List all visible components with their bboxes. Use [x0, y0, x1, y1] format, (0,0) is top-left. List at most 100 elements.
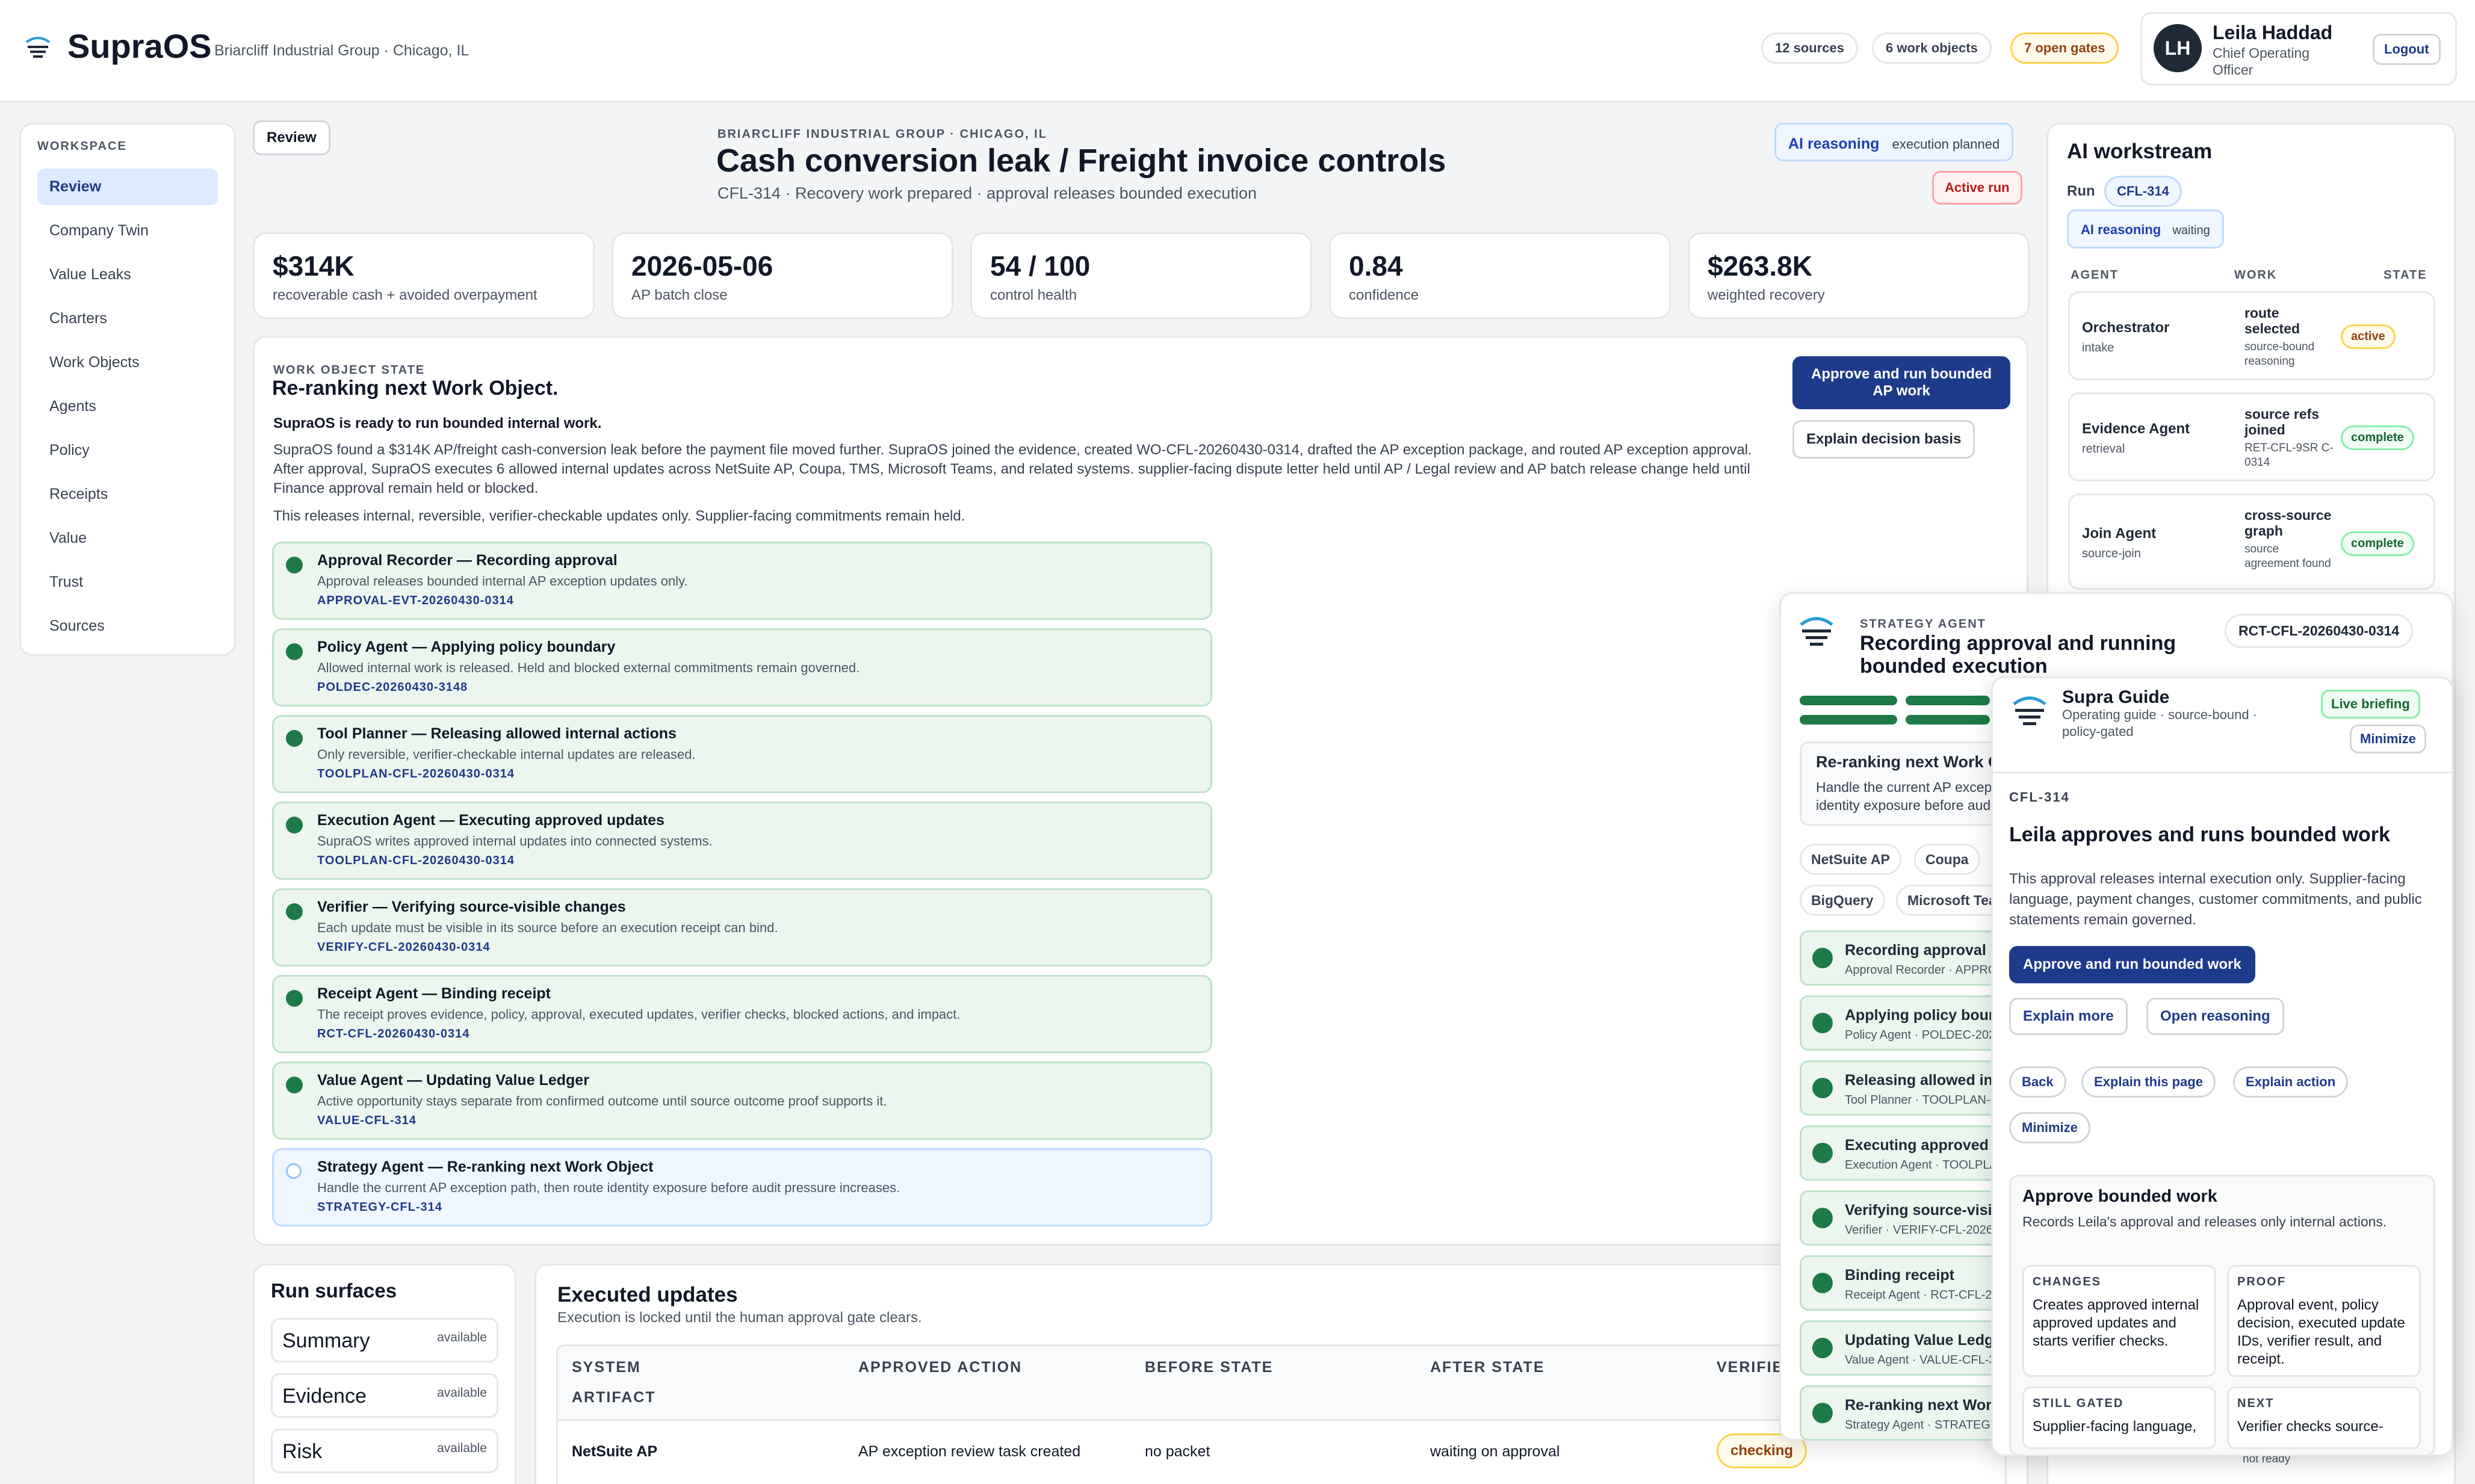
- guide-title: Supra Guide: [2062, 687, 2170, 707]
- back-button[interactable]: Back: [2009, 1066, 2066, 1098]
- open-gates-pill[interactable]: 7 open gates: [2010, 32, 2119, 64]
- strategy-receipt-chip[interactable]: RCT-CFL-20260430-0314: [2225, 614, 2414, 648]
- strategy-step[interactable]: Applying policy boundary Policy Agent · P…: [1800, 995, 2004, 1051]
- stat-batch-close: 2026-05-06 AP batch close: [612, 232, 953, 319]
- explain-more-button[interactable]: Explain more: [2009, 998, 2128, 1035]
- explain-page-button[interactable]: Explain this page: [2081, 1066, 2216, 1098]
- strategy-step[interactable]: Verifying source-visible changes Verifier…: [1800, 1190, 2004, 1246]
- step-title: Verifying source-visible changes: [1845, 1202, 2004, 1219]
- sidebar-item-value[interactable]: Value: [37, 520, 218, 557]
- sidebar-item-receipts[interactable]: Receipts: [37, 476, 218, 513]
- strategy-step[interactable]: Recording approval Approval Recorder · AP…: [1800, 930, 2004, 986]
- system-chip-netsuite[interactable]: NetSuite AP: [1800, 844, 1901, 875]
- brand-name[interactable]: SupraOS: [67, 26, 212, 66]
- state-badge: complete: [2341, 425, 2414, 450]
- step-desc: Allowed internal work is released. Held …: [317, 660, 860, 675]
- strategy-step[interactable]: Re-ranking next Work Object Strategy Agen…: [1800, 1385, 2004, 1441]
- agent-work: source refs joined: [2244, 406, 2320, 437]
- step-title: Executing approved updates: [1845, 1137, 2003, 1154]
- surface-summary[interactable]: Summary available: [271, 1318, 498, 1362]
- open-reasoning-button[interactable]: Open reasoning: [2146, 998, 2284, 1035]
- tab-review[interactable]: Review: [253, 120, 330, 155]
- surface-evidence[interactable]: Evidence available: [271, 1373, 498, 1418]
- agent-orchestrator[interactable]: Orchestrator intake route selected sourc…: [2068, 291, 2435, 380]
- stat-value: $263.8K: [1708, 250, 1812, 282]
- step-executing-updates[interactable]: Execution Agent — Executing approved upd…: [272, 802, 1212, 880]
- surface-risk[interactable]: Risk available: [271, 1429, 498, 1473]
- complete-dot: [286, 903, 303, 920]
- system-chip-bigquery[interactable]: BigQuery: [1800, 885, 1885, 916]
- sidebar-item-work-objects[interactable]: Work Objects: [37, 344, 218, 381]
- sidebar-item-value-leaks[interactable]: Value Leaks: [37, 256, 218, 293]
- sources-pill[interactable]: 12 sources: [1761, 32, 1858, 64]
- card-caption: STILL GATED: [2033, 1397, 2124, 1410]
- sidebar-item-trust[interactable]: Trust: [37, 564, 218, 601]
- guide-approve-button[interactable]: Approve and run bounded work: [2009, 946, 2255, 983]
- complete-dot: [286, 990, 303, 1007]
- sidebar-item-charters[interactable]: Charters: [37, 300, 218, 337]
- strategy-title: Recording approval and running bounded e…: [1860, 632, 2176, 678]
- run-id-chip[interactable]: CFL-314: [2104, 176, 2182, 207]
- sidebar-item-sources[interactable]: Sources: [37, 608, 218, 645]
- strategy-step[interactable]: Binding receipt Receipt Agent · RCT-CFL-2…: [1800, 1255, 2004, 1311]
- strategy-caption: STRATEGY AGENT: [1860, 617, 1986, 631]
- row-before: no packet: [1145, 1443, 1210, 1460]
- run-label: Run: [2067, 183, 2095, 199]
- strategy-next-box: Re-ranking next Work Object Handle the c…: [1800, 741, 2004, 826]
- agent-evidence[interactable]: Evidence Agent retrieval source refs joi…: [2068, 392, 2435, 481]
- step-title: Receipt Agent — Binding receipt: [317, 985, 551, 1002]
- surface-name: Evidence: [282, 1385, 367, 1408]
- step-id: POLDEC-20260430-3148: [317, 681, 468, 694]
- system-chip-coupa[interactable]: Coupa: [1914, 844, 1980, 875]
- agent-work-detail: source-bound reasoning: [2244, 341, 2315, 368]
- sidebar-item-review[interactable]: Review: [37, 168, 218, 205]
- guide-logo-icon: [2010, 692, 2049, 731]
- agent-join[interactable]: Join Agent source-join cross-source grap…: [2068, 493, 2435, 590]
- guide-minimize-chip[interactable]: Minimize: [2009, 1112, 2090, 1143]
- surface-status: available: [437, 1441, 487, 1455]
- step-id: VERIFY-CFL-20260430-0314: [317, 941, 491, 954]
- step-title: Releasing allowed internal actions: [1845, 1072, 2003, 1089]
- stat-control-health: 54 / 100 control health: [970, 232, 1312, 319]
- step-desc: Handle the current AP exception path, th…: [317, 1180, 900, 1195]
- state-badge: active: [2341, 324, 2396, 349]
- sidebar-item-policy[interactable]: Policy: [37, 432, 218, 469]
- col-work: WORK: [2234, 268, 2278, 282]
- step-value-ledger[interactable]: Value Agent — Updating Value Ledger Activ…: [272, 1062, 1212, 1140]
- logo-icon[interactable]: [24, 34, 52, 61]
- sidebar-item-agents[interactable]: Agents: [37, 388, 218, 425]
- step-releasing-actions[interactable]: Tool Planner — Releasing allowed interna…: [272, 715, 1212, 793]
- live-briefing-badge[interactable]: Live briefing: [2321, 690, 2420, 719]
- approve-run-ap-button[interactable]: Approve and run bounded AP work: [1792, 356, 2010, 409]
- col-action: APPROVED ACTION: [858, 1359, 1023, 1376]
- step-verifying[interactable]: Verifier — Verifying source-visible chan…: [272, 888, 1212, 966]
- explain-decision-button[interactable]: Explain decision basis: [1792, 420, 1975, 459]
- step-policy-boundary[interactable]: Policy Agent — Applying policy boundary A…: [272, 628, 1212, 706]
- explain-action-button[interactable]: Explain action: [2233, 1066, 2349, 1098]
- ai-reasoning-chip[interactable]: AI reasoning execution planned: [1774, 123, 2014, 161]
- sidebar-item-company-twin[interactable]: Company Twin: [37, 212, 218, 249]
- complete-dot: [286, 557, 303, 574]
- still-gated-card: STILL GATED Supplier-facing language,: [2022, 1387, 2216, 1449]
- strategy-step[interactable]: Releasing allowed internal actions Tool P…: [1800, 1060, 2004, 1116]
- step-reranking[interactable]: Strategy Agent — Re-ranking next Work Ob…: [272, 1148, 1212, 1226]
- strategy-step[interactable]: Updating Value Ledger Value Agent · VALUE…: [1800, 1320, 2004, 1376]
- logout-button[interactable]: Logout: [2373, 34, 2441, 65]
- avatar[interactable]: LH: [2154, 24, 2202, 72]
- step-recording-approval[interactable]: Approval Recorder — Recording approval Ap…: [272, 542, 1212, 620]
- workstream-ai-chip[interactable]: AI reasoning waiting: [2067, 209, 2224, 249]
- step-desc: Receipt Agent · RCT-CFL-20260430: [1845, 1288, 2003, 1302]
- stat-confidence: 0.84 confidence: [1329, 232, 1671, 319]
- work-objects-pill[interactable]: 6 work objects: [1872, 32, 1992, 64]
- step-binding-receipt[interactable]: Receipt Agent — Binding receipt The recei…: [272, 975, 1212, 1053]
- guide-divider: [1993, 771, 2452, 773]
- strategy-step[interactable]: Executing approved updates Execution Agen…: [1800, 1125, 2004, 1181]
- step-desc: Each update must be visible in its sourc…: [317, 920, 778, 935]
- agent-name: Orchestrator: [2082, 320, 2170, 336]
- guide-minimize-button[interactable]: Minimize: [2350, 725, 2426, 753]
- guide-id: CFL-314: [2009, 790, 2070, 805]
- page-kicker: BRIARCLIFF INDUSTRIAL GROUP · CHICAGO, I…: [717, 128, 1047, 141]
- pending-dot: [286, 1163, 302, 1179]
- stat-label: AP batch close: [631, 287, 728, 303]
- workstream-title: AI workstream: [2067, 140, 2213, 163]
